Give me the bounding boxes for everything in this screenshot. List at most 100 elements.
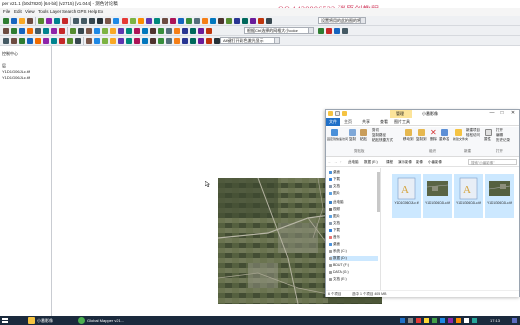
globe-icon[interactable] [38, 18, 44, 24]
clock[interactable]: 17:13 [490, 316, 500, 325]
snap-icon[interactable] [70, 28, 76, 34]
windows-start-icon[interactable] [0, 316, 10, 325]
up-arrow-icon[interactable]: ↑ [340, 160, 342, 164]
info-icon[interactable] [113, 18, 119, 24]
tab-file[interactable]: 文件 [326, 118, 340, 126]
menu-tools[interactable]: Tools [38, 9, 49, 14]
color-icon[interactable] [134, 38, 140, 44]
palette-icon[interactable] [158, 38, 164, 44]
menu-gps[interactable]: GPS [77, 9, 87, 14]
paste-feature-icon[interactable] [158, 28, 164, 34]
file-item[interactable]: Y1D1G06OJLc.tif [423, 174, 452, 218]
layer-down-icon[interactable] [94, 38, 100, 44]
tray-app-icon[interactable] [416, 318, 421, 323]
play-icon[interactable] [334, 28, 340, 34]
filter-icon[interactable] [190, 28, 196, 34]
tray-app-icon[interactable] [448, 318, 453, 323]
lidar-icon[interactable] [162, 18, 168, 24]
forward-arrow-icon[interactable]: → [334, 160, 338, 164]
move-to-icon[interactable] [405, 129, 412, 136]
easy-access-button[interactable]: 轻松访问 [466, 133, 480, 138]
rectify-icon[interactable] [182, 38, 188, 44]
profile-icon[interactable] [19, 38, 25, 44]
network-icon[interactable] [400, 318, 405, 323]
view-icon[interactable] [194, 18, 200, 24]
paste-icon[interactable] [360, 129, 367, 136]
flip-icon[interactable] [134, 28, 140, 34]
watershed-icon[interactable] [43, 38, 49, 44]
context-tab-manage[interactable]: 管理 [390, 110, 412, 118]
band-icon[interactable] [142, 38, 148, 44]
line-of-sight-icon[interactable] [59, 38, 65, 44]
tray-app-icon[interactable] [424, 318, 429, 323]
tray-app-icon[interactable] [440, 318, 445, 323]
address-bar[interactable]: ← → ↑ 此电脑 数据 (E:) 课程 演示影像 影像 小番影像 搜索"小番影… [326, 158, 519, 167]
nav-item-selected[interactable]: 数据 (D:) [329, 256, 378, 261]
vertical-scale-icon[interactable] [318, 28, 324, 34]
nav-item[interactable]: 此电脑 [329, 200, 344, 205]
tab-home[interactable]: 主页 [344, 119, 352, 125]
layer-item[interactable]: Y1D1G06JLc.tif [2, 75, 30, 80]
maximize-button[interactable]: □ [498, 110, 506, 117]
nav-item[interactable]: 下载 [329, 177, 340, 182]
undo-icon[interactable] [166, 28, 172, 34]
nav-item[interactable]: DATA (G:) [329, 270, 349, 274]
redo-icon[interactable] [174, 28, 180, 34]
select-icon[interactable] [198, 28, 204, 34]
breadcrumb-item[interactable]: 数据 (E:) [364, 160, 378, 165]
feather-icon[interactable] [174, 38, 180, 44]
tab-view[interactable]: 查看 [380, 119, 388, 125]
rename-icon[interactable] [441, 129, 448, 136]
nav-item[interactable]: 音乐 [329, 235, 340, 240]
crop-icon[interactable] [86, 28, 92, 34]
image-icon[interactable] [75, 38, 81, 44]
label-icon[interactable] [94, 28, 100, 34]
tab-picture-tools[interactable]: 图片工具 [394, 119, 410, 125]
layer-item[interactable]: Y1D1G06JLc.tif [2, 69, 30, 74]
zoom-out-icon[interactable] [81, 18, 87, 24]
breadcrumb-item[interactable]: 影像 [416, 160, 423, 165]
breadcrumb-item[interactable]: 此电脑 [348, 160, 359, 165]
open-icon[interactable] [3, 18, 9, 24]
layer-icon[interactable] [27, 18, 33, 24]
sun-icon[interactable] [202, 18, 208, 24]
shader-icon[interactable] [46, 18, 52, 24]
rotate-icon[interactable] [51, 28, 57, 34]
mosaic-icon[interactable] [166, 38, 172, 44]
map-icon[interactable] [226, 18, 232, 24]
volume-icon[interactable] [408, 318, 413, 323]
close-button[interactable]: ✕ [509, 110, 517, 117]
vector-icon[interactable] [146, 18, 152, 24]
notification-icon[interactable] [512, 318, 517, 323]
projection-combo[interactable]: 设置将用的此拍图的将... [318, 17, 366, 24]
join-icon[interactable] [43, 28, 49, 34]
analysis-icon[interactable] [250, 18, 256, 24]
water-icon[interactable] [178, 18, 184, 24]
menu-layer[interactable]: Layer [50, 9, 61, 14]
contrast-icon[interactable] [110, 38, 116, 44]
line-tool-icon[interactable] [3, 28, 9, 34]
back-arrow-icon[interactable]: ← [328, 160, 332, 164]
stop-icon[interactable] [326, 28, 332, 34]
nav-item[interactable]: 桌面 [329, 242, 340, 247]
file-item[interactable]: A Y1D1G06OJLc.tif [454, 174, 483, 218]
hand-icon[interactable] [3, 38, 9, 44]
lasso-icon[interactable] [206, 28, 212, 34]
area-tool-icon[interactable] [11, 28, 17, 34]
search-input[interactable]: 搜索"小番影像" [468, 159, 517, 165]
point-tool-icon[interactable] [19, 28, 25, 34]
reproject-icon[interactable] [190, 38, 196, 44]
new-folder-icon[interactable] [455, 129, 462, 136]
attribute-icon[interactable] [110, 28, 116, 34]
histogram-icon[interactable] [150, 38, 156, 44]
file-item[interactable]: Y1D1G06OJLc.tif [485, 174, 514, 218]
grid-icon[interactable] [154, 18, 160, 24]
feature-icon[interactable] [67, 38, 73, 44]
copy-icon[interactable] [349, 129, 356, 136]
menu-edit[interactable]: Edit [14, 9, 22, 14]
pin-icon[interactable] [331, 129, 338, 136]
script-icon[interactable] [198, 38, 204, 44]
new-folder-icon[interactable] [342, 111, 347, 116]
catalog-icon[interactable] [234, 18, 240, 24]
tray-app-icon[interactable] [432, 318, 437, 323]
